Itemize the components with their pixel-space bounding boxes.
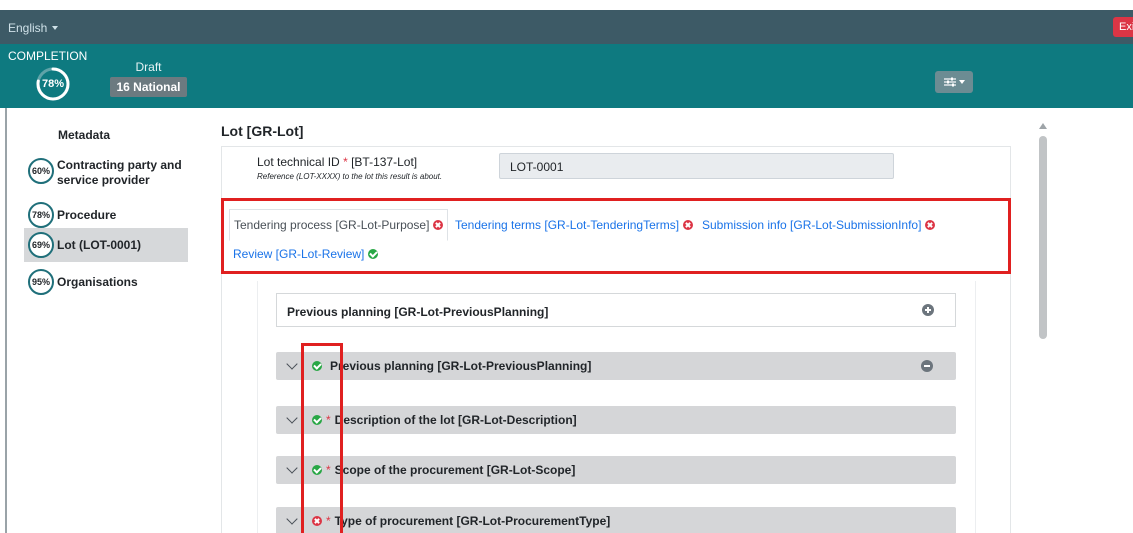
technical-id-field[interactable]: LOT-0001: [499, 153, 894, 179]
completion-percent: 78%: [41, 78, 65, 90]
app-frame: English Exit COMPLETION 78% Draft 16 Nat…: [0, 10, 1133, 533]
top-bar: English Exit: [0, 10, 1133, 44]
accordion-label: Previous planning [GR-Lot-PreviousPlanni…: [330, 359, 592, 373]
technical-id-hint: Reference (LOT-XXXX) to the lot this res…: [257, 172, 443, 181]
sidebar-item-organisations[interactable]: 95% Organisations: [24, 265, 188, 299]
sidebar-item-label: Contracting party and service provider: [57, 158, 182, 187]
language-label: English: [8, 21, 48, 35]
sidebar-item-contracting-party[interactable]: 60% Contracting party and service provid…: [24, 154, 188, 192]
accordion-procurement-type[interactable]: * Type of procurement [GR-Lot-Procuremen…: [276, 507, 956, 533]
chevron-down-icon: [286, 358, 298, 370]
accordion-header: * Scope of the procurement [GR-Lot-Scope…: [312, 463, 575, 477]
accordion-description[interactable]: * Description of the lot [GR-Lot-Descrip…: [276, 406, 956, 434]
remove-icon[interactable]: [921, 360, 933, 372]
scrollbar-thumb[interactable]: [1039, 136, 1047, 339]
sidebar-item-lot[interactable]: 69% Lot (LOT-0001): [24, 228, 188, 262]
chevron-down-icon: [286, 462, 298, 474]
exit-button[interactable]: Exit: [1113, 17, 1133, 37]
sidebar-item-label: Procedure: [57, 208, 117, 222]
completion-title: COMPLETION: [8, 49, 88, 63]
progress-badge: 60%: [28, 158, 54, 184]
draft-status: Draft: [135, 60, 162, 74]
accordion-header: Previous planning [GR-Lot-PreviousPlanni…: [312, 359, 591, 373]
sidebar-item-procedure[interactable]: 78% Procedure: [24, 198, 188, 232]
progress-badge: 78%: [28, 202, 54, 228]
progress-badge: 69%: [28, 232, 54, 258]
technical-id-label-text: Lot technical ID: [257, 155, 340, 169]
page-title: Lot [GR-Lot]: [221, 123, 304, 139]
accordion-label: Description of the lot [GR-Lot-Descripti…: [334, 413, 577, 427]
chevron-down-icon: [286, 513, 298, 525]
technical-id-label: Lot technical ID * [BT-137-Lot]: [257, 155, 417, 169]
language-selector[interactable]: English: [8, 21, 59, 35]
accordion-label: Type of procurement [GR-Lot-ProcurementT…: [334, 514, 611, 528]
progress-badge: 95%: [28, 269, 54, 295]
accordion-scope[interactable]: * Scope of the procurement [GR-Lot-Scope…: [276, 456, 956, 484]
accordion-header: * Description of the lot [GR-Lot-Descrip…: [312, 413, 577, 427]
section-title: Previous planning [GR-Lot-PreviousPlanni…: [287, 305, 549, 319]
previous-planning-card[interactable]: Previous planning [GR-Lot-PreviousPlanni…: [276, 293, 956, 327]
completion-banner: COMPLETION 78% Draft 16 National: [0, 44, 1133, 108]
content-border: [5, 108, 7, 533]
filter-dropdown-button[interactable]: [935, 71, 973, 93]
accordion-label: Scope of the procurement [GR-Lot-Scope]: [334, 463, 576, 477]
caret-down-icon: [52, 26, 59, 30]
sidebar-item-label: Organisations: [57, 275, 138, 289]
sliders-icon: [943, 77, 956, 87]
sidebar-item-metadata[interactable]: Metadata: [58, 128, 110, 142]
status-column-highlight-box: [301, 343, 343, 533]
tabs-highlight-box: [221, 198, 1011, 274]
national-badge: 16 National: [110, 77, 187, 97]
technical-id-code: [BT-137-Lot]: [351, 155, 418, 169]
scroll-up-icon[interactable]: [1039, 123, 1047, 129]
chevron-down-icon: [286, 412, 298, 424]
accordion-previous-planning[interactable]: Previous planning [GR-Lot-PreviousPlanni…: [276, 352, 956, 380]
required-marker: *: [343, 155, 348, 169]
caret-down-icon: [958, 80, 965, 84]
add-icon[interactable]: [922, 304, 934, 316]
accordion-header: * Type of procurement [GR-Lot-Procuremen…: [312, 514, 610, 528]
sidebar-item-label: Lot (LOT-0001): [57, 238, 142, 252]
